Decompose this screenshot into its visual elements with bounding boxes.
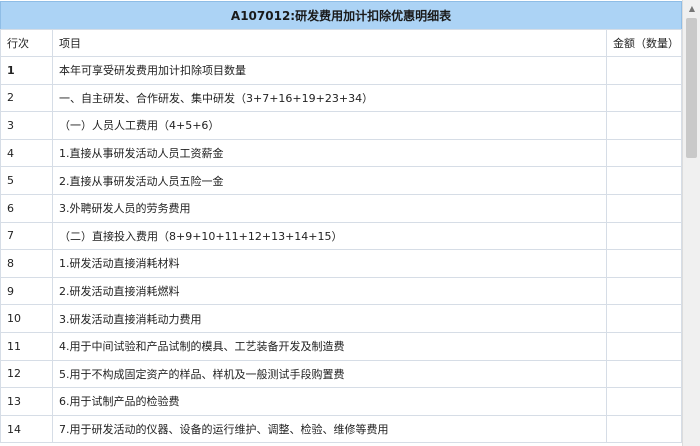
amount-cell[interactable] (606, 276, 682, 306)
table-row: 1 本年可享受研发费用加计扣除项目数量 (0, 56, 682, 85)
amount-cell[interactable] (606, 138, 682, 168)
amount-cell[interactable] (606, 359, 682, 389)
row-item: 2.直接从事研发活动人员五险一金 (52, 166, 607, 195)
row-number: 13 (0, 387, 53, 416)
row-item: 3.外聘研发人员的劳务费用 (52, 193, 607, 223)
amount-cell[interactable] (606, 111, 682, 140)
row-item: 1.直接从事研发活动人员工资薪金 (52, 138, 607, 168)
row-number: 10 (0, 304, 53, 333)
table-row: 12 5.用于不构成固定资产的样品、样机及一般测试手段购置费 (0, 359, 682, 389)
row-number: 6 (0, 193, 53, 223)
row-number: 5 (0, 166, 53, 195)
table-row: 2 一、自主研发、合作研发、集中研发（3+7+16+19+23+34） (0, 83, 682, 113)
table-row: 3 （一）人员人工费用（4+5+6） (0, 111, 682, 140)
table-row: 13 6.用于试制产品的检验费 (0, 387, 682, 416)
table-row: 7 （二）直接投入费用（8+9+10+11+12+13+14+15） (0, 221, 682, 251)
row-item: 3.研发活动直接消耗动力费用 (52, 304, 607, 333)
row-number: 14 (0, 414, 53, 444)
row-item: 1.研发活动直接消耗材料 (52, 249, 607, 278)
table-row: 10 3.研发活动直接消耗动力费用 (0, 304, 682, 333)
row-item: 5.用于不构成固定资产的样品、样机及一般测试手段购置费 (52, 359, 607, 389)
scroll-thumb[interactable] (686, 18, 697, 158)
amount-cell[interactable] (606, 304, 682, 333)
row-item: （一）人员人工费用（4+5+6） (52, 111, 607, 140)
table-row: 6 3.外聘研发人员的劳务费用 (0, 193, 682, 223)
row-item: 2.研发活动直接消耗燃料 (52, 276, 607, 306)
header-row-no: 行次 (0, 29, 53, 57)
row-number: 2 (0, 83, 53, 113)
row-number: 11 (0, 331, 53, 361)
amount-cell[interactable] (606, 387, 682, 416)
scroll-up-arrow-icon[interactable]: ▲ (683, 0, 700, 17)
amount-cell[interactable] (606, 193, 682, 223)
table-row: 8 1.研发活动直接消耗材料 (0, 249, 682, 278)
vertical-scrollbar[interactable]: ▲ (682, 0, 700, 446)
row-item: 7.用于研发活动的仪器、设备的运行维护、调整、检验、维修等费用 (52, 414, 607, 444)
amount-cell[interactable] (606, 249, 682, 278)
table-row: 14 7.用于研发活动的仪器、设备的运行维护、调整、检验、维修等费用 (0, 414, 682, 444)
amount-cell[interactable] (606, 414, 682, 444)
table-row: 11 4.用于中间试验和产品试制的模具、工艺装备开发及制造费 (0, 331, 682, 361)
amount-cell[interactable] (606, 56, 682, 85)
row-item: 本年可享受研发费用加计扣除项目数量 (52, 56, 607, 85)
table-row: 5 2.直接从事研发活动人员五险一金 (0, 166, 682, 195)
row-item: 一、自主研发、合作研发、集中研发（3+7+16+19+23+34） (52, 83, 607, 113)
row-number: 1 (0, 56, 53, 85)
row-item: 4.用于中间试验和产品试制的模具、工艺装备开发及制造费 (52, 331, 607, 361)
header-amount: 金额（数量） (606, 29, 682, 57)
form-frame: A107012:研发费用加计扣除优惠明细表 行次 项目 金额（数量） 1 本年可… (0, 0, 682, 446)
header-item: 项目 (52, 29, 607, 57)
row-number: 4 (0, 138, 53, 168)
row-number: 8 (0, 249, 53, 278)
row-item: 6.用于试制产品的检验费 (52, 387, 607, 416)
table-title: A107012:研发费用加计扣除优惠明细表 (0, 1, 682, 30)
rd-expense-table: 行次 项目 金额（数量） 1 本年可享受研发费用加计扣除项目数量 2 一、自主研… (0, 29, 682, 444)
row-number: 9 (0, 276, 53, 306)
amount-cell[interactable] (606, 331, 682, 361)
row-number: 3 (0, 111, 53, 140)
row-item: （二）直接投入费用（8+9+10+11+12+13+14+15） (52, 221, 607, 251)
row-number: 7 (0, 221, 53, 251)
amount-cell[interactable] (606, 221, 682, 251)
table-row: 9 2.研发活动直接消耗燃料 (0, 276, 682, 306)
amount-cell[interactable] (606, 83, 682, 113)
header-row: 行次 项目 金额（数量） (0, 29, 682, 57)
row-number: 12 (0, 359, 53, 389)
table-row: 4 1.直接从事研发活动人员工资薪金 (0, 138, 682, 168)
amount-cell[interactable] (606, 166, 682, 195)
